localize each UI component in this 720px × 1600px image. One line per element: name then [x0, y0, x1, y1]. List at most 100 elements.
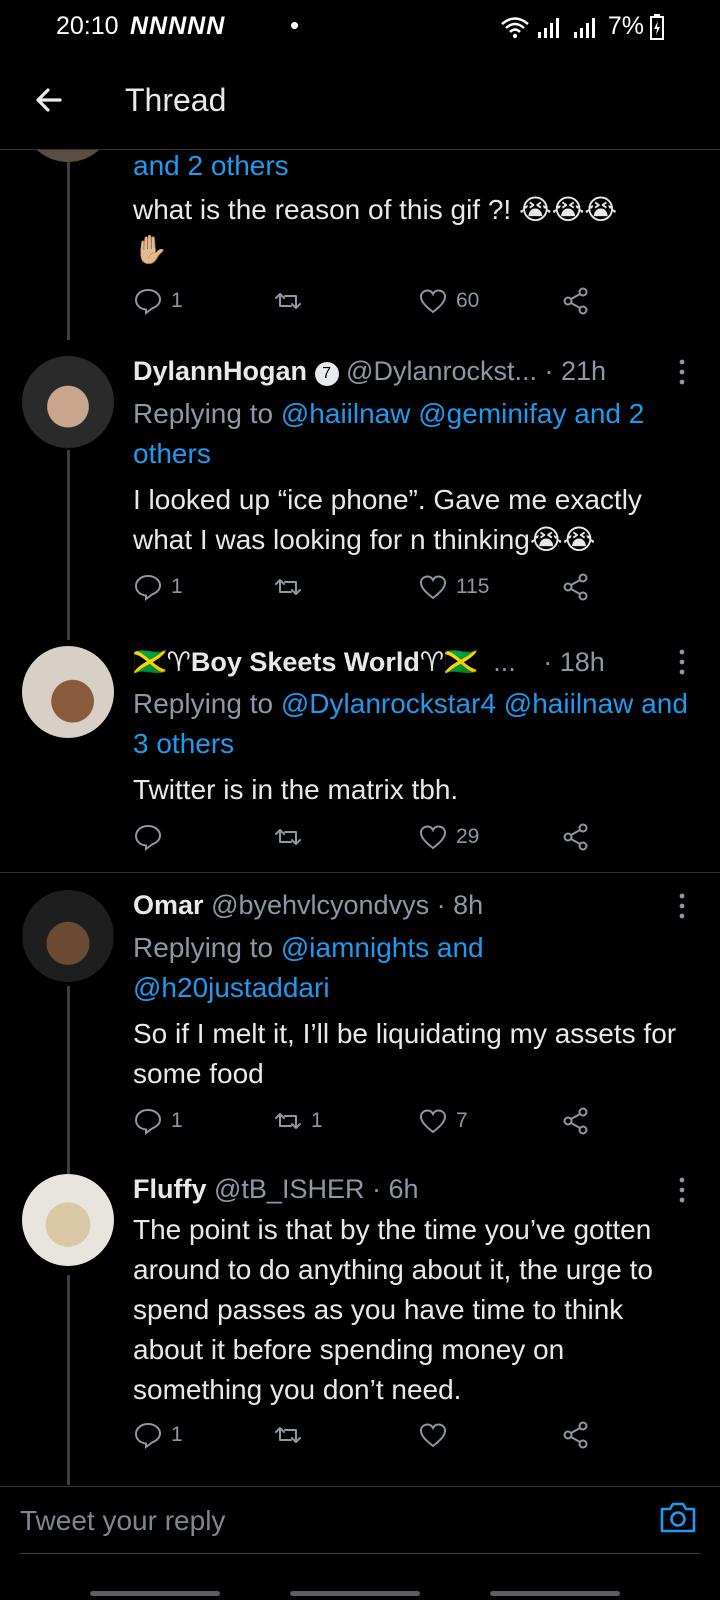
- tweet-text: I looked up “ice phone”. Gave me exactly…: [133, 484, 642, 555]
- badge-icon: 7: [314, 362, 339, 386]
- tweet-header: Omar @byehvlcyondvys · 8h: [133, 890, 693, 921]
- heart-icon: [419, 1423, 447, 1448]
- more-options-icon[interactable]: [676, 1176, 688, 1204]
- reply-prefix: Replying to: [133, 932, 281, 963]
- handle[interactable]: ...: [493, 647, 516, 677]
- retweet-icon: [275, 579, 301, 595]
- retweet-count: 1: [311, 1109, 323, 1132]
- more-options-icon[interactable]: [676, 648, 688, 676]
- retweet-button[interactable]: [273, 1420, 311, 1450]
- more-options-icon[interactable]: [676, 358, 688, 386]
- nav-home[interactable]: [290, 1591, 420, 1596]
- tweet-text: Twitter is in the matrix tbh.: [133, 774, 459, 805]
- tweet-actions: 1: [133, 1420, 603, 1456]
- avatar[interactable]: [22, 356, 114, 448]
- tweet-time: · 18h: [543, 647, 605, 677]
- reply-button[interactable]: 1: [133, 572, 183, 602]
- like-button[interactable]: 7: [418, 1106, 468, 1136]
- thread-connector: [67, 986, 70, 1181]
- share-icon: [563, 573, 588, 601]
- like-button[interactable]: 60: [418, 286, 479, 316]
- share-icon: [563, 1107, 588, 1135]
- handle[interactable]: @Dylanrockst...: [346, 356, 537, 386]
- retweet-button[interactable]: [273, 286, 311, 316]
- reply-button[interactable]: 1: [133, 286, 183, 316]
- share-button[interactable]: [561, 286, 591, 316]
- tweet-text-emoji: ✋🏼: [133, 234, 168, 265]
- display-name[interactable]: Omar: [133, 890, 204, 920]
- thread-divider: [0, 872, 720, 873]
- tweet-actions: 1 1 7: [133, 1106, 603, 1142]
- wifi-icon: [501, 16, 529, 38]
- nav-back[interactable]: [490, 1591, 620, 1596]
- avatar[interactable]: [22, 646, 114, 738]
- thread-feed[interactable]: and 2 others what is the reason of this …: [0, 150, 720, 1485]
- reply-count: 1: [171, 289, 183, 312]
- camera-icon[interactable]: [658, 1499, 698, 1535]
- heart-icon: [419, 825, 447, 850]
- retweet-button[interactable]: 1: [273, 1106, 323, 1136]
- tweet-time: · 6h: [371, 1174, 419, 1204]
- display-name[interactable]: DylannHogan: [133, 356, 307, 386]
- share-button[interactable]: [561, 1106, 591, 1136]
- back-arrow-icon[interactable]: [30, 80, 70, 120]
- tweet-time: · 8h: [436, 890, 484, 920]
- reply-targets[interactable]: and 2 others: [133, 150, 289, 181]
- nav-recents[interactable]: [90, 1591, 220, 1596]
- tweet-header: DylannHogan 7 @Dylanrockst... · 21h: [133, 356, 693, 387]
- reply-button[interactable]: 1: [133, 1106, 183, 1136]
- handle[interactable]: @tB_ISHER: [214, 1174, 364, 1204]
- like-count: 29: [456, 825, 480, 848]
- heart-icon: [419, 289, 447, 314]
- reply-icon: [134, 288, 162, 315]
- reply-button[interactable]: 1: [133, 1420, 183, 1450]
- avatar[interactable]: [22, 890, 114, 982]
- battery-percent: 7%: [607, 12, 644, 40]
- reply-composer: Tweet your reply: [0, 1486, 720, 1600]
- thread-connector: [67, 160, 70, 340]
- tweet-text: So if I melt it, I’ll be liquidating my …: [133, 1018, 677, 1089]
- reply-to: Replying to @haiilnaw @geminifay and 2 o…: [133, 394, 693, 474]
- reply-to: Replying to @iamnights and @h20justaddar…: [133, 928, 553, 1008]
- share-icon: [563, 823, 588, 851]
- reply-prefix: Replying to: [133, 398, 281, 429]
- tweet-actions: 1 115: [133, 572, 603, 608]
- share-button[interactable]: [561, 1420, 591, 1450]
- retweet-button[interactable]: [273, 822, 311, 852]
- signal-icon-2: [572, 16, 602, 38]
- display-name[interactable]: Fluffy: [133, 1174, 207, 1204]
- signal-icon: [536, 16, 566, 38]
- retweet-icon: [275, 1427, 301, 1443]
- tweet-header: Fluffy @tB_ISHER · 6h: [133, 1174, 693, 1205]
- handle[interactable]: @byehvlcyondvys: [211, 890, 429, 920]
- like-count: 115: [456, 575, 490, 598]
- reply-to: and 2 others: [133, 150, 693, 186]
- like-count: 60: [456, 289, 480, 312]
- like-button[interactable]: [418, 1420, 456, 1450]
- avatar[interactable]: [22, 150, 114, 162]
- reply-icon: [134, 1422, 162, 1449]
- like-button[interactable]: 29: [418, 822, 479, 852]
- tweet-reply-input[interactable]: Tweet your reply: [20, 1499, 700, 1543]
- share-button[interactable]: [561, 822, 591, 852]
- thread-header: Thread: [0, 56, 720, 150]
- reply-icon: [134, 1108, 162, 1135]
- heart-icon: [419, 575, 447, 600]
- like-button[interactable]: 115: [418, 572, 489, 602]
- system-nav-bar: [0, 1587, 720, 1600]
- status-dot: •: [290, 10, 300, 40]
- retweet-button[interactable]: [273, 572, 311, 602]
- battery-charging-icon: [650, 13, 664, 40]
- page-title: Thread: [125, 82, 227, 118]
- tweet-header: 🇯🇲♈Boy Skeets World♈🇯🇲 ... · 18h: [133, 646, 693, 678]
- reply-button[interactable]: [133, 822, 171, 852]
- reply-count: 1: [171, 1109, 183, 1132]
- status-time: 20:10: [56, 12, 119, 40]
- retweet-icon: [275, 1113, 301, 1129]
- heart-icon: [419, 1109, 447, 1134]
- reply-to: Replying to @Dylanrockstar4 @haiilnaw an…: [133, 684, 693, 764]
- share-button[interactable]: [561, 572, 591, 602]
- avatar[interactable]: [22, 1174, 114, 1266]
- display-name[interactable]: 🇯🇲♈Boy Skeets World♈🇯🇲: [133, 647, 478, 677]
- more-options-icon[interactable]: [676, 892, 688, 920]
